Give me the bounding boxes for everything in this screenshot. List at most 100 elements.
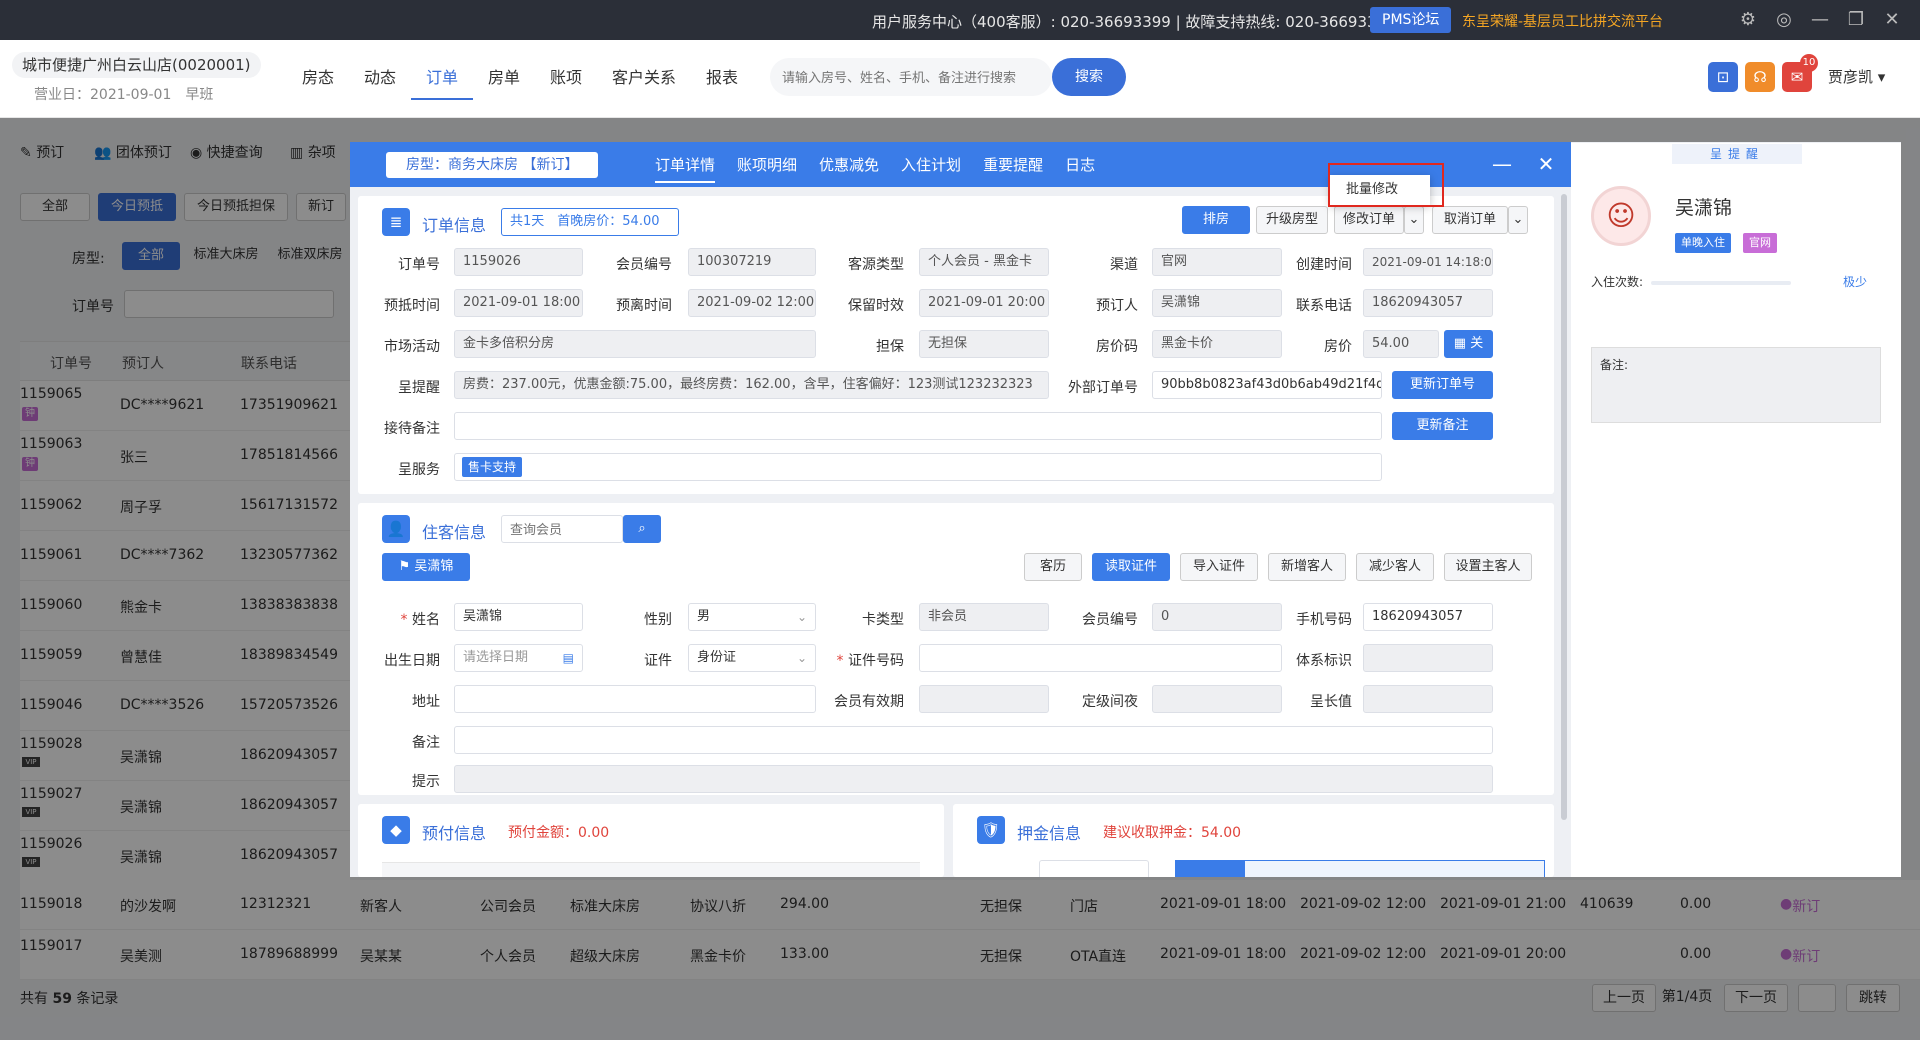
grade-nights-field: [1152, 685, 1282, 713]
update-note-button[interactable]: 更新备注: [1392, 412, 1493, 440]
tab-stay-plan[interactable]: 入住计划: [901, 154, 961, 183]
deposit-title: 押金信息: [1017, 824, 1082, 843]
website-tag: 官网: [1743, 233, 1777, 253]
nav-room-bills[interactable]: 房单: [473, 66, 535, 100]
modify-order-button[interactable]: 修改订单: [1334, 206, 1404, 234]
keep-time-field: 2021-09-01 20:00: [919, 289, 1049, 317]
tab-account-detail[interactable]: 账项明细: [737, 154, 797, 183]
side-reminder-header: 呈提醒: [1672, 144, 1802, 164]
close-icon[interactable]: ✕: [1880, 8, 1904, 32]
price-close-button[interactable]: ▦ 关: [1444, 330, 1493, 358]
minimize-icon[interactable]: —: [1488, 150, 1516, 178]
cancel-order-dropdown[interactable]: ⌄: [1508, 206, 1528, 234]
member-no-field: 100307219: [688, 248, 816, 276]
mobile-input[interactable]: 18620943057: [1363, 603, 1493, 631]
top-bar: 用户服务中心（400客服）: 020-36693399 | 故障支持热线: 02…: [0, 0, 1920, 40]
assign-room-button[interactable]: 排房: [1182, 206, 1250, 234]
minimize-icon[interactable]: —: [1808, 8, 1832, 32]
gender-select[interactable]: 男 ⌄: [688, 603, 816, 631]
modal-tabs: 订单详情 账项明细 优惠减免 入住计划 重要提醒 日志: [655, 154, 1117, 183]
id-type-select[interactable]: 身份证 ⌄: [688, 644, 816, 672]
guest-avatar: ☺: [1591, 186, 1651, 246]
tab-order-detail[interactable]: 订单详情: [655, 154, 716, 183]
app-icon[interactable]: ⊡: [1708, 62, 1738, 92]
nav-dynamics[interactable]: 动态: [349, 66, 411, 100]
add-guest-button[interactable]: 新增客人: [1268, 553, 1346, 581]
set-main-guest-button[interactable]: 设置主客人: [1444, 553, 1532, 581]
reception-note-input[interactable]: [454, 412, 1382, 440]
tab-log[interactable]: 日志: [1065, 154, 1095, 183]
upgrade-room-button[interactable]: 升级房型: [1256, 206, 1328, 234]
business-date: 营业日：2021-09-01 早班: [34, 87, 214, 103]
headset-icon[interactable]: ☊: [1745, 62, 1775, 92]
user-menu[interactable]: 贾彦凯 ▾: [1828, 66, 1885, 87]
prepay-table-header: [382, 862, 920, 877]
address-input[interactable]: [454, 685, 816, 713]
import-id-button[interactable]: 导入证件: [1180, 553, 1258, 581]
booker-field: 吴潇锦: [1152, 289, 1282, 317]
read-id-button[interactable]: 读取证件: [1092, 553, 1170, 581]
member-validity-field: [919, 685, 1049, 713]
rate-code-field: 黑金卡价: [1152, 330, 1282, 358]
pms-forum-button[interactable]: PMS论坛: [1370, 7, 1452, 33]
guest-member-no-field: 0: [1152, 603, 1282, 631]
side-note-box: 备注:: [1591, 347, 1881, 423]
guest-name-input[interactable]: 吴潇锦: [454, 603, 583, 631]
order-no-field: 1159026: [454, 248, 583, 276]
room-type-tag: 房型：商务大床房 【新订】: [386, 152, 599, 178]
hotel-selector[interactable]: 城市便捷广州白云山店(0020001): [12, 52, 261, 78]
guarantee-field: 无担保: [919, 330, 1049, 358]
single-night-tag: 单晚入住: [1675, 233, 1731, 253]
close-icon[interactable]: ✕: [1532, 150, 1560, 178]
remove-guest-button[interactable]: 减少客人: [1356, 553, 1434, 581]
service-field[interactable]: [454, 453, 1382, 481]
restore-icon[interactable]: ❐: [1844, 8, 1868, 32]
order-summary: 共1天 首晚房价：54.00: [501, 208, 679, 236]
nav-accounts[interactable]: 账项: [535, 66, 597, 100]
cancel-order-button[interactable]: 取消订单: [1432, 206, 1508, 234]
settings-icon[interactable]: ⚙: [1736, 8, 1760, 32]
shield-icon: 🛡: [977, 816, 1005, 844]
search-button[interactable]: 搜索: [1052, 58, 1126, 96]
prepay-icon: ◆: [382, 816, 410, 844]
modify-order-dropdown[interactable]: ⌄: [1404, 206, 1424, 234]
room-price-field: 54.00: [1363, 330, 1439, 358]
tab-reminder[interactable]: 重要提醒: [983, 154, 1043, 183]
app-header: 城市便捷广州白云山店(0020001) 营业日：2021-09-01 早班 房态…: [0, 40, 1920, 118]
tab-discount[interactable]: 优惠减免: [819, 154, 879, 183]
guest-chip[interactable]: ⚑ 吴潇锦: [382, 553, 470, 581]
card-type-field: 非会员: [919, 603, 1049, 631]
deposit-active-tab[interactable]: [1175, 860, 1245, 877]
guest-history-button[interactable]: 客历: [1024, 553, 1082, 581]
guest-remark-input[interactable]: [454, 726, 1493, 754]
update-order-no-button[interactable]: 更新订单号: [1392, 371, 1493, 399]
nav-reports[interactable]: 报表: [691, 66, 753, 100]
notification-badge: 10: [1800, 54, 1818, 72]
modal-scrollbar[interactable]: [1561, 194, 1567, 820]
side-guest-name: 吴潇锦: [1675, 197, 1733, 219]
id-number-input[interactable]: [919, 644, 1282, 672]
order-info-icon: ≣: [382, 208, 410, 236]
deposit-input[interactable]: [1039, 860, 1149, 877]
nav-crm[interactable]: 客户关系: [597, 66, 691, 100]
search-icon[interactable]: ⌕: [623, 515, 661, 543]
system-id-field: [1363, 644, 1493, 672]
market-activity-field: 金卡多倍积分房: [454, 330, 816, 358]
promo-link[interactable]: 东呈荣耀-基层员工比拼交流平台: [1462, 11, 1663, 31]
deposit-info-card: 🛡 押金信息 建议收取押金：54.00: [953, 804, 1554, 877]
global-search-input[interactable]: [770, 58, 1052, 96]
external-order-input[interactable]: 90bb8b0823af43d0b6ab49d21f4d1c17: [1152, 371, 1382, 399]
order-info-card: ≣ 订单信息 共1天 首晚房价：54.00 排房 升级房型 修改订单 ⌄ 取消订…: [358, 196, 1554, 494]
service-hotline: 用户服务中心（400客服）: 020-36693399 | 故障支持热线: 02…: [872, 13, 1396, 31]
nav-orders[interactable]: 订单: [411, 66, 473, 100]
visit-level: 极少: [1843, 275, 1868, 289]
departure-time-field: 2021-09-02 12:00: [688, 289, 816, 317]
nav-room-status[interactable]: 房态: [287, 66, 349, 100]
help-icon[interactable]: ◎: [1772, 8, 1796, 32]
visit-count-label: 入住次数:: [1591, 275, 1644, 289]
birth-date-picker[interactable]: 请选择日期 ▤: [454, 644, 583, 672]
member-search-input[interactable]: [501, 515, 623, 543]
prepay-title: 预付信息: [422, 824, 487, 843]
growth-value-field: [1363, 685, 1493, 713]
order-info-title: 订单信息: [422, 216, 487, 235]
